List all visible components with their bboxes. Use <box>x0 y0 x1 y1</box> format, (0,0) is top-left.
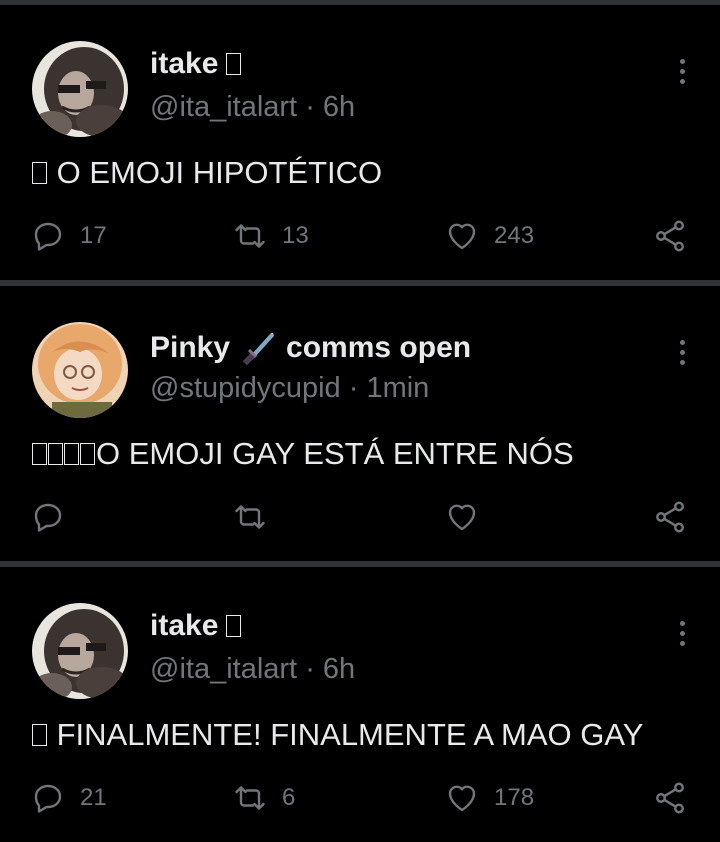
display-name-suffix: comms open <box>286 331 472 364</box>
missing-emoji-glyph <box>226 53 242 75</box>
tweet-text: O EMOJI GAY ESTÁ ENTRE NÓS <box>32 436 574 472</box>
display-name-text: Pinky <box>150 331 231 364</box>
reply-button[interactable]: 21 <box>30 780 107 816</box>
reply-count: 17 <box>80 222 107 249</box>
like-count: 178 <box>494 784 535 811</box>
tweet-actions <box>0 499 720 539</box>
avatar[interactable] <box>32 41 128 137</box>
retweet-count: 6 <box>282 784 296 811</box>
missing-emoji-glyph <box>226 615 242 637</box>
dot-separator: · <box>305 91 315 123</box>
avatar[interactable] <box>32 322 128 418</box>
reply-count: 21 <box>80 784 107 811</box>
handle-time: @stupidycupid · 1min <box>150 372 429 405</box>
tweet[interactable]: Pinky comms open @stupidycupid · 1min O … <box>0 286 720 561</box>
retweet-icon <box>235 786 265 810</box>
handle[interactable]: @ita_italart <box>150 91 297 123</box>
timestamp[interactable]: 6h <box>323 91 355 123</box>
retweet-button[interactable]: 13 <box>232 218 309 254</box>
tweet-text: FINALMENTE! FINALMENTE A MAO GAY <box>32 717 643 753</box>
reply-icon <box>34 503 62 532</box>
dot-separator: · <box>305 653 315 685</box>
tweet[interactable]: itake @ita_italart · 6h FINALMENTE! FINA… <box>0 567 720 842</box>
tweet-text: O EMOJI HIPOTÉTICO <box>32 155 382 191</box>
reply-button[interactable]: 17 <box>30 218 107 254</box>
missing-emoji-glyph <box>64 443 79 465</box>
display-name-text: itake <box>150 609 219 642</box>
display-name[interactable]: Pinky comms open <box>150 328 471 368</box>
dagger-icon <box>242 333 275 366</box>
tweet-actions: 17 13 243 <box>0 218 720 258</box>
missing-emoji-glyph <box>48 443 63 465</box>
share-button[interactable] <box>652 218 688 254</box>
more-options-icon[interactable] <box>678 621 686 651</box>
reply-button[interactable] <box>30 499 80 535</box>
display-name[interactable]: itake <box>150 47 242 81</box>
timestamp[interactable]: 1min <box>366 372 429 404</box>
heart-icon <box>448 223 476 250</box>
retweet-count: 13 <box>282 222 309 249</box>
tweet-actions: 21 6 178 <box>0 780 720 820</box>
avatar[interactable] <box>32 603 128 699</box>
retweet-button[interactable] <box>232 499 282 535</box>
tweet-text-content: O EMOJI GAY ESTÁ ENTRE NÓS <box>96 436 574 471</box>
like-button[interactable]: 178 <box>444 780 534 816</box>
like-button[interactable] <box>444 499 494 535</box>
retweet-button[interactable]: 6 <box>232 780 295 816</box>
missing-emoji-glyph <box>32 724 47 746</box>
more-options-icon[interactable] <box>678 59 686 89</box>
share-icon <box>656 782 684 814</box>
retweet-icon <box>235 505 265 529</box>
share-icon <box>656 501 684 533</box>
reply-icon <box>34 222 62 251</box>
tweet-text-content: O EMOJI HIPOTÉTICO <box>56 155 383 190</box>
share-icon <box>656 220 684 252</box>
reply-icon <box>34 784 62 813</box>
tweet[interactable]: itake @ita_italart · 6h O EMOJI HIPOTÉTI… <box>0 5 720 280</box>
handle[interactable]: @ita_italart <box>150 653 297 685</box>
heart-icon <box>448 504 476 531</box>
missing-emoji-glyph <box>32 443 47 465</box>
retweet-icon <box>235 224 265 248</box>
like-button[interactable]: 243 <box>444 218 534 254</box>
share-button[interactable] <box>652 780 688 816</box>
missing-emoji-glyph <box>32 162 47 184</box>
display-name[interactable]: itake <box>150 609 242 643</box>
dot-separator: · <box>348 372 359 404</box>
like-count: 243 <box>494 222 535 249</box>
handle[interactable]: @stupidycupid <box>150 372 341 404</box>
handle-time: @ita_italart · 6h <box>150 91 355 124</box>
timestamp[interactable]: 6h <box>323 653 355 685</box>
tweet-text-content: FINALMENTE! FINALMENTE A MAO GAY <box>56 717 644 752</box>
missing-emoji-glyph <box>80 443 95 465</box>
handle-time: @ita_italart · 6h <box>150 653 355 686</box>
display-name-text: itake <box>150 47 219 80</box>
heart-icon <box>448 785 476 812</box>
share-button[interactable] <box>652 499 688 535</box>
more-options-icon[interactable] <box>678 340 686 370</box>
